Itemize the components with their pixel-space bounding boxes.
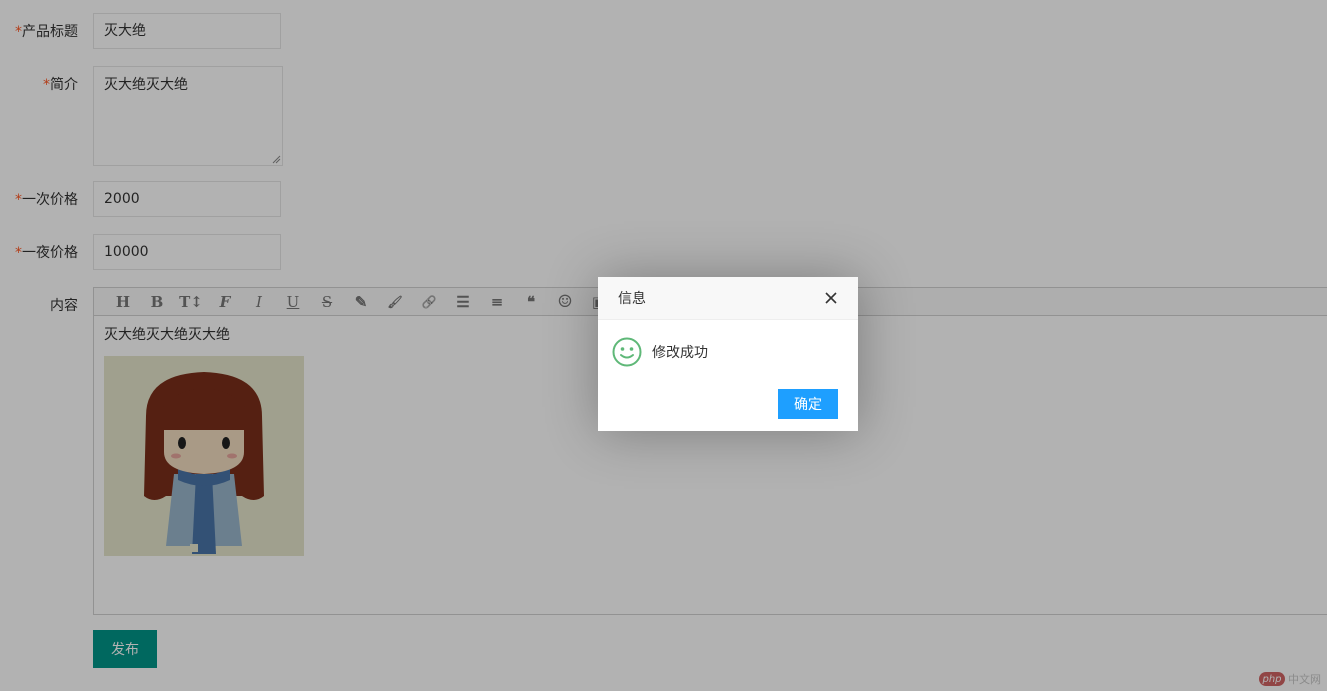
info-dialog: 信息 修改成功 确定 xyxy=(598,277,858,431)
smile-icon xyxy=(612,337,642,367)
dialog-message: 修改成功 xyxy=(652,345,708,361)
ok-button[interactable]: 确定 xyxy=(778,389,838,419)
close-icon[interactable] xyxy=(824,291,838,305)
dialog-title: 信息 xyxy=(618,291,646,307)
dialog-header: 信息 xyxy=(598,277,858,320)
dialog-body: 修改成功 xyxy=(598,320,858,367)
